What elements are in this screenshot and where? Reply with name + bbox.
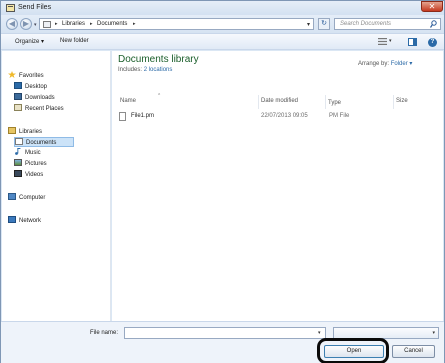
breadcrumb-documents[interactable]: Documents [97, 21, 127, 27]
send-files-dialog: Send Files ✕ ◀ ▶ ▾ ▸ Libraries ▸ Documen… [0, 0, 445, 363]
cancel-button[interactable]: Cancel [392, 345, 435, 358]
arrange-by-dropdown[interactable]: Folder ▾ [391, 61, 413, 67]
sidebar-item-computer[interactable]: Computer [8, 193, 45, 203]
includes-label: Includes: [118, 67, 143, 73]
music-icon [14, 148, 22, 155]
sidebar-item-label: Computer [19, 195, 46, 201]
sidebar-item-videos[interactable]: Videos [14, 170, 43, 180]
search-placeholder: Search Documents [340, 21, 392, 27]
sidebar-item-recent-places[interactable]: Recent Places [14, 104, 64, 114]
file-row[interactable]: File1.pm 22/07/2013 09:05 PM File [114, 111, 430, 123]
column-divider[interactable] [393, 95, 394, 109]
recent-places-icon [14, 104, 22, 111]
network-icon [8, 216, 16, 223]
dialog-icon [6, 4, 15, 12]
star-icon [8, 71, 16, 78]
column-divider[interactable] [325, 95, 326, 109]
title-bar: Send Files ✕ [1, 1, 444, 15]
sidebar-item-downloads[interactable]: Downloads [14, 93, 55, 103]
filter-chevron-down-icon[interactable]: ▾ [432, 330, 435, 336]
sidebar-item-label: Libraries [19, 129, 43, 135]
library-title: Documents library [118, 54, 199, 65]
close-button[interactable]: ✕ [421, 1, 443, 12]
new-folder-button[interactable]: New folder [60, 38, 89, 44]
computer-icon [8, 193, 16, 200]
command-toolbar: Organize ▾ New folder ▾ ? [1, 33, 444, 50]
organize-menu-button[interactable]: Organize ▾ [15, 38, 44, 45]
sidebar-item-pictures[interactable]: Pictures [14, 159, 47, 169]
address-history-chevron-icon[interactable]: ▾ [307, 21, 310, 28]
breadcrumb-separator-icon[interactable]: ▸ [90, 21, 93, 27]
videos-icon [14, 170, 22, 177]
sidebar-item-label: Network [19, 218, 42, 224]
refresh-button[interactable]: ↻ [318, 18, 330, 30]
file-date-modified: 22/07/2013 09:05 [261, 113, 308, 119]
desktop-icon [14, 82, 22, 89]
sidebar-item-documents[interactable]: Documents [14, 137, 74, 147]
open-button[interactable]: Open [324, 345, 384, 358]
sidebar-item-label: Desktop [25, 84, 48, 90]
sidebar-item-label: Documents [26, 140, 57, 146]
forward-button[interactable]: ▶ [20, 18, 32, 30]
file-icon [119, 112, 126, 121]
sidebar-item-label: Videos [25, 172, 44, 178]
column-header-type[interactable]: Type [328, 100, 341, 106]
file-type-filter-dropdown[interactable]: ▾ [333, 327, 439, 339]
library-icon [43, 21, 51, 28]
file-name: File1.pm [131, 113, 155, 119]
pictures-icon [14, 159, 22, 166]
dialog-footer: File name: ▾ ▾ Open Cancel [1, 321, 444, 363]
file-name-label: File name: [90, 330, 119, 336]
change-view-icon[interactable] [378, 38, 387, 45]
column-header-name[interactable]: Name [120, 98, 136, 104]
libraries-icon [8, 127, 16, 134]
sort-ascending-icon: ⌃ [157, 93, 162, 99]
address-bar[interactable]: ▸ Libraries ▸ Documents ▸ ▾ [39, 18, 314, 30]
sidebar-item-network[interactable]: Network [8, 216, 41, 226]
preview-pane-icon[interactable] [408, 38, 417, 46]
sidebar-item-desktop[interactable]: Desktop [14, 82, 47, 92]
file-name-input[interactable] [124, 327, 326, 339]
sidebar-item-music[interactable]: Music [14, 148, 41, 158]
navigation-pane: Favorites Desktop Downloads Recent Place… [2, 51, 111, 321]
dialog-title: Send Files [18, 4, 52, 11]
breadcrumb-separator-icon[interactable]: ▸ [133, 21, 136, 27]
sidebar-item-libraries[interactable]: Libraries [8, 127, 42, 137]
search-icon[interactable] [430, 20, 437, 28]
recent-locations-dropdown-icon[interactable]: ▾ [34, 22, 37, 28]
file-list-pane: Documents library Includes: 2 locations … [112, 51, 443, 321]
file-type: PM File [329, 113, 350, 119]
sidebar-item-label: Favorites [19, 73, 44, 79]
column-header-date-modified[interactable]: Date modified [261, 98, 298, 104]
view-options-chevron-icon[interactable]: ▾ [389, 38, 392, 44]
breadcrumb-separator-icon[interactable]: ▸ [55, 21, 58, 27]
column-header-size[interactable]: Size [396, 98, 408, 104]
sidebar-item-label: Recent Places [25, 106, 64, 112]
sidebar-item-favorites[interactable]: Favorites [8, 71, 44, 81]
arrange-by: Arrange by: Folder ▾ [358, 60, 412, 67]
documents-icon [15, 138, 23, 145]
sidebar-item-label: Pictures [25, 161, 47, 167]
help-icon[interactable]: ? [428, 38, 437, 47]
back-button[interactable]: ◀ [6, 18, 18, 30]
locations-link[interactable]: 2 locations [144, 67, 173, 73]
downloads-icon [14, 93, 22, 100]
column-divider[interactable] [258, 95, 259, 109]
navigation-bar: ◀ ▶ ▾ ▸ Libraries ▸ Documents ▸ ▾ ↻ Sear… [1, 15, 444, 33]
sidebar-item-label: Music [25, 150, 41, 156]
arrange-by-label: Arrange by: [358, 61, 390, 67]
search-input[interactable]: Search Documents [334, 18, 441, 30]
library-includes: Includes: 2 locations [118, 67, 172, 73]
sidebar-item-label: Downloads [25, 95, 55, 101]
breadcrumb-libraries[interactable]: Libraries [62, 21, 85, 27]
